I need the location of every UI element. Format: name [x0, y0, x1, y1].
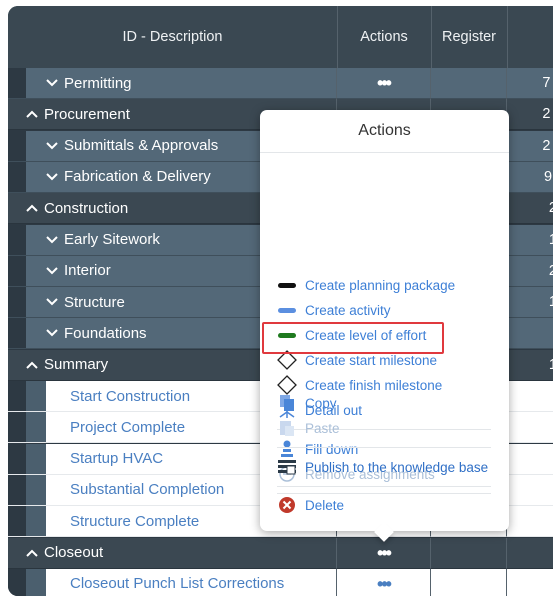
publish-stack-icon [277, 457, 297, 477]
column-header-description[interactable]: ID - Description [8, 6, 338, 68]
menu-divider [277, 447, 491, 448]
row-label[interactable]: Startup HVAC [70, 450, 163, 467]
row-label: Structure [64, 293, 125, 311]
chevron-down-icon[interactable] [46, 172, 58, 182]
chevron-up-icon[interactable] [26, 360, 38, 370]
actions-cell[interactable]: ••• [337, 537, 431, 569]
more-actions-icon[interactable]: ••• [377, 575, 392, 593]
actions-cell[interactable]: ••• [337, 568, 431, 596]
next-column-cell [507, 381, 553, 412]
row-label: Foundations [64, 324, 147, 342]
menu-item-label: Create activity [305, 302, 391, 318]
row-label[interactable]: Structure Complete [70, 513, 199, 530]
menu-item-label: Delete [305, 497, 345, 513]
menu-item-label: Create finish milestone [305, 377, 443, 393]
next-column-cell: 9 F [507, 161, 553, 193]
description-cell[interactable]: Closeout [8, 537, 337, 569]
menu-item-label: Create planning package [305, 277, 456, 293]
next-column-cell: 2 N [507, 99, 553, 131]
column-header-actions[interactable]: Actions [337, 6, 432, 68]
next-column-cell [507, 474, 553, 506]
row-label: Early Sitework [64, 231, 160, 248]
next-column-cell [507, 506, 553, 538]
row-label[interactable]: Project Complete [70, 419, 185, 436]
row-label: Permitting [64, 74, 132, 92]
register-cell[interactable] [431, 568, 507, 596]
menu-item-publish-knowledge-base[interactable]: Publish to the knowledge base [277, 456, 488, 478]
menu-item-label: Copy [305, 395, 337, 411]
next-column-cell: 2 N [507, 130, 553, 162]
row-label: Summary [44, 356, 109, 374]
table-row[interactable]: Closeout Punch List Corrections ••• [8, 568, 553, 596]
row-label: Fabrication & Delivery [64, 168, 211, 186]
next-column-cell: 26 [507, 255, 553, 287]
row-label: Construction [44, 199, 129, 217]
row-label[interactable]: Closeout Punch List Corrections [70, 575, 284, 592]
group-row[interactable]: Closeout ••• 1 [8, 537, 553, 569]
description-cell[interactable]: Permitting [8, 68, 337, 99]
actions-cell[interactable]: ••• [337, 68, 431, 99]
more-actions-icon[interactable]: ••• [377, 544, 392, 562]
next-column-cell [507, 568, 553, 596]
column-header-register-label: Register [442, 29, 496, 45]
popup-title: Actions [260, 110, 509, 153]
menu-divider [277, 486, 491, 487]
next-column-cell: 26 [507, 193, 553, 225]
copy-icon [277, 393, 297, 413]
chevron-up-icon[interactable] [26, 203, 38, 213]
register-cell[interactable] [431, 537, 507, 569]
register-cell[interactable] [431, 68, 507, 99]
row-label: Closeout [44, 544, 104, 561]
column-header-register[interactable]: Register [431, 6, 508, 68]
menu-item-create-activity[interactable]: Create activity [277, 299, 391, 321]
row-label: Procurement [44, 105, 130, 123]
chevron-down-icon[interactable] [46, 78, 58, 88]
menu-item-create-planning-package[interactable]: Create planning package [277, 274, 455, 296]
next-column-cell [507, 412, 553, 444]
fill-down-highlight-box [262, 322, 444, 354]
menu-item-label: Publish to the knowledge base [305, 459, 489, 475]
chevron-up-icon[interactable] [26, 548, 38, 558]
next-column-cell: 17 [507, 287, 553, 319]
chevron-up-icon[interactable] [26, 109, 38, 119]
chevron-down-icon[interactable] [46, 141, 58, 151]
description-cell[interactable]: Closeout Punch List Corrections [8, 568, 337, 596]
delete-x-icon [277, 495, 297, 515]
menu-item-paste[interactable]: Paste [277, 417, 340, 439]
column-header-description-label: ID - Description [122, 29, 223, 45]
menu-item-delete[interactable]: Delete [277, 494, 344, 516]
next-column-cell [507, 443, 553, 475]
more-actions-icon[interactable]: ••• [377, 74, 392, 92]
planning-package-bar-icon [277, 275, 297, 295]
column-header-next[interactable]: S [507, 6, 553, 68]
row-label[interactable]: Substantial Completion [70, 481, 224, 498]
row-label: Submittals & Approvals [64, 137, 219, 155]
paste-icon [277, 418, 297, 438]
chevron-down-icon[interactable] [46, 235, 58, 245]
chevron-down-icon[interactable] [46, 297, 58, 307]
next-column-cell: 7 N [507, 68, 553, 99]
grid-header: ID - Description Actions Register S [8, 6, 553, 68]
column-header-actions-label: Actions [360, 29, 408, 45]
subgroup-row[interactable]: Permitting ••• 7 N [8, 68, 553, 99]
next-column-cell: 8 [507, 318, 553, 350]
menu-item-copy[interactable]: Copy [277, 392, 337, 414]
next-column-cell: 1 [507, 537, 553, 569]
menu-item-label: Create start milestone [305, 352, 438, 368]
menu-item-label: Paste [305, 420, 340, 436]
next-column-cell: 12 [507, 349, 553, 381]
next-column-cell: 12 [507, 224, 553, 256]
row-label: Interior [64, 262, 111, 280]
menu-item-label: Fill down [305, 441, 359, 457]
chevron-down-icon[interactable] [46, 328, 58, 338]
chevron-down-icon[interactable] [46, 266, 58, 276]
row-label[interactable]: Start Construction [70, 388, 190, 405]
activity-bar-icon [277, 300, 297, 320]
